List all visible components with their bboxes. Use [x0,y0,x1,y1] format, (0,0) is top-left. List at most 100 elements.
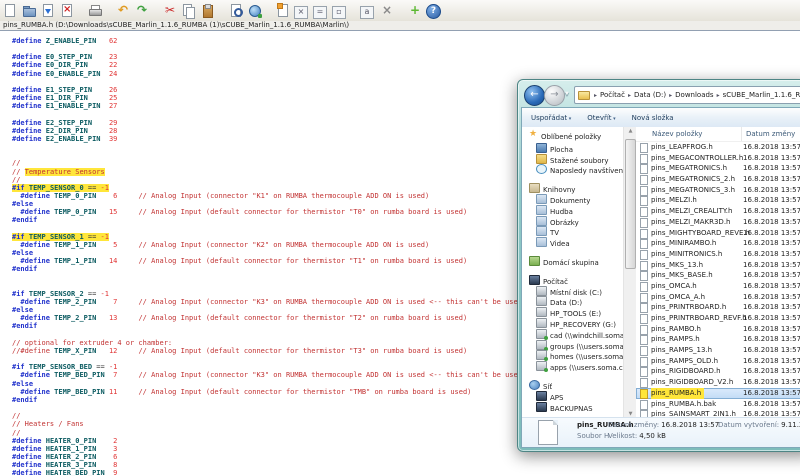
font-icon[interactable]: a [360,6,374,19]
sidebar-item[interactable]: groups (\\users.soma.cz) [522,340,623,351]
code-line[interactable]: #define HEATER_3_PIN 8 [12,461,800,469]
drive-icon [536,318,547,328]
back-button-icon[interactable] [524,85,545,106]
file-row[interactable]: pins_MEGATRONICS.h16.8.2018 13:57 [636,163,800,174]
code-line[interactable]: #define E0_DIR_PIN 22 [12,61,800,69]
nav-history-dropdown-icon[interactable]: ▼ [565,91,569,97]
sidebar-item[interactable]: Stažené soubory [522,154,623,165]
file-row[interactable]: pins_LEAPFROG.h16.8.2018 13:57 [636,142,800,153]
file-row[interactable]: pins_RAMPS.h16.8.2018 13:57 [636,334,800,345]
sidebar-item[interactable]: Dokumenty [522,194,623,205]
find-in-files-icon[interactable] [247,3,263,19]
file-row[interactable]: pins_MIGHTYBOARD_REVE.h16.8.2018 13:57 [636,228,800,239]
sidebar-section-libraries[interactable]: Knihovny [522,183,623,194]
tools-icon[interactable]: × [379,3,395,19]
file-row[interactable]: pins_MEGATRONICS_2.h16.8.2018 13:57 [636,174,800,185]
sidebar-item[interactable]: homes (\\users.soma.cz) [522,350,623,361]
file-row[interactable]: pins_PRINTRBOARD_REVF.h16.8.2018 13:57 [636,313,800,324]
file-name: pins_RIGIDBOARD.h [651,366,721,377]
window-minimize-icon[interactable]: ▫ [332,6,346,19]
sidebar-section-favorites[interactable]: Oblíbené položky [522,132,623,143]
file-row[interactable]: pins_RIGIDBOARD_V2.h16.8.2018 13:57 [636,377,800,388]
sidebar-item[interactable]: Hudba [522,205,623,216]
sidebar-item[interactable]: Data (D:) [522,296,623,307]
sidebar-item[interactable]: apps (\\users.soma.cz) (Z [522,361,623,372]
file-name: pins_MEGATRONICS_3.h [651,185,735,196]
sidebar-section-network[interactable]: Síť [522,380,623,391]
breadcrumb[interactable]: ▸Počítač▸Data (D:)▸Downloads▸sCUBE_Marli… [574,86,800,104]
file-row[interactable]: pins_MINITRONICS.h16.8.2018 13:57 [636,249,800,260]
paste-icon[interactable] [200,3,216,19]
file-row[interactable]: pins_MELZI_MAKR3D.h16.8.2018 13:57 [636,217,800,228]
explorer-client: Uspořádat ▾ Otevřít ▾ Nová složka Oblíbené… [521,107,800,448]
file-row[interactable]: pins_OMCA_A.h16.8.2018 13:57 [636,292,800,303]
breadcrumb-segment[interactable]: Data (D:) [634,91,666,99]
breadcrumb-segment[interactable]: Downloads [675,91,713,99]
code-line[interactable]: #define E0_STEP_PIN 23 [12,53,800,61]
breadcrumb-separator-icon[interactable]: ▸ [594,92,597,99]
breadcrumb-separator-icon[interactable]: ▸ [669,92,672,99]
breadcrumb-segment[interactable]: sCUBE_Marlin_1.1.6_RUMBA (1) [723,91,800,99]
sidebar-section-homegroup[interactable]: Domácí skupina [522,256,623,267]
undo-icon[interactable]: ↶ [115,3,131,19]
forward-button-icon[interactable] [544,85,565,106]
sidebar-item[interactable]: APS [522,391,623,402]
file-row[interactable]: pins_OMCA.h16.8.2018 13:57 [636,281,800,292]
new-file-icon[interactable] [2,3,18,19]
sidebar-item[interactable]: cad (\\windchill.soma.cz) [522,329,623,340]
column-header-date[interactable]: Datum změny [741,127,795,141]
update-icon[interactable]: + [407,3,423,19]
print-icon[interactable] [87,3,103,19]
file-icon [640,261,648,271]
cut-icon[interactable]: ✂ [162,3,178,19]
close-file-icon[interactable] [59,3,75,19]
column-header-name[interactable]: Název položky [652,127,702,141]
window-split-icon[interactable]: = [313,6,327,19]
file-row[interactable]: pins_RAMPS_OLD.h16.8.2018 13:57 [636,356,800,367]
code-line[interactable]: #define HEATER_2_PIN 6 [12,453,800,461]
window-close-icon[interactable]: × [294,6,308,19]
sidebar-item[interactable]: HP_RECOVERY (G:) [522,318,623,329]
open-button[interactable]: Otevřít ▾ [587,114,615,122]
breadcrumb-segment[interactable]: Počítač [600,91,625,99]
code-line[interactable]: #define Z_ENABLE_PIN 62 [12,37,800,45]
file-row[interactable]: pins_RAMBO.h16.8.2018 13:57 [636,324,800,335]
sidebar-item[interactable]: Naposledy navštívené [522,164,623,175]
code-line[interactable]: #define HEATER_BED_PIN 9 [12,469,800,476]
sidebar-item[interactable]: BACKUPNAS [522,402,623,413]
new-window-icon[interactable] [275,3,291,19]
file-row[interactable]: pins_RUMBA.h.bak16.8.2018 13:57 [636,399,800,410]
file-row[interactable]: pins_RUMBA.h16.8.2018 13:57 [636,388,800,399]
sidebar-item[interactable]: Plocha [522,143,623,154]
help-icon[interactable]: ? [426,4,441,19]
file-row[interactable]: pins_MKS_13.h16.8.2018 13:57 [636,260,800,271]
copy-icon[interactable] [181,3,197,19]
file-row[interactable]: pins_MEGATRONICS_3.h16.8.2018 13:57 [636,185,800,196]
sidebar-item[interactable]: HP_TOOLS (E:) [522,307,623,318]
file-row[interactable]: pins_MELZI_CREALITY.h16.8.2018 13:57 [636,206,800,217]
breadcrumb-separator-icon[interactable]: ▸ [717,92,720,99]
redo-icon[interactable]: ↷ [134,3,150,19]
organize-button[interactable]: Uspořádat ▾ [531,114,571,122]
sidebar-item[interactable]: Místní disk (C:) [522,286,623,297]
sidebar-section-computer[interactable]: Počítač [522,275,623,286]
open-folder-icon[interactable] [21,3,37,19]
file-row[interactable]: pins_MEGACONTROLLER.h16.8.2018 13:57 [636,153,800,164]
sidebar-item[interactable]: Obrázky [522,216,623,227]
sidebar-item[interactable]: Videa [522,237,623,248]
save-file-icon[interactable] [40,3,56,19]
breadcrumb-separator-icon[interactable]: ▸ [628,92,631,99]
code-line[interactable]: #define E0_ENABLE_PIN 24 [12,70,800,78]
file-row[interactable]: pins_MINIRAMBO.h16.8.2018 13:57 [636,238,800,249]
scrollbar-thumb[interactable] [625,139,636,269]
file-row[interactable]: pins_RIGIDBOARD.h16.8.2018 13:57 [636,366,800,377]
new-folder-button[interactable]: Nová složka [632,114,674,122]
sidebar-item[interactable]: TV [522,226,623,237]
file-row[interactable]: pins_RAMPS_13.h16.8.2018 13:57 [636,345,800,356]
file-row[interactable]: pins_PRINTRBOARD.h16.8.2018 13:57 [636,302,800,313]
find-icon[interactable] [228,3,244,19]
file-row[interactable]: pins_MKS_BASE.h16.8.2018 13:57 [636,270,800,281]
pictures-icon [536,216,547,226]
code-line[interactable] [12,45,800,53]
file-row[interactable]: pins_MELZI.h16.8.2018 13:57 [636,195,800,206]
